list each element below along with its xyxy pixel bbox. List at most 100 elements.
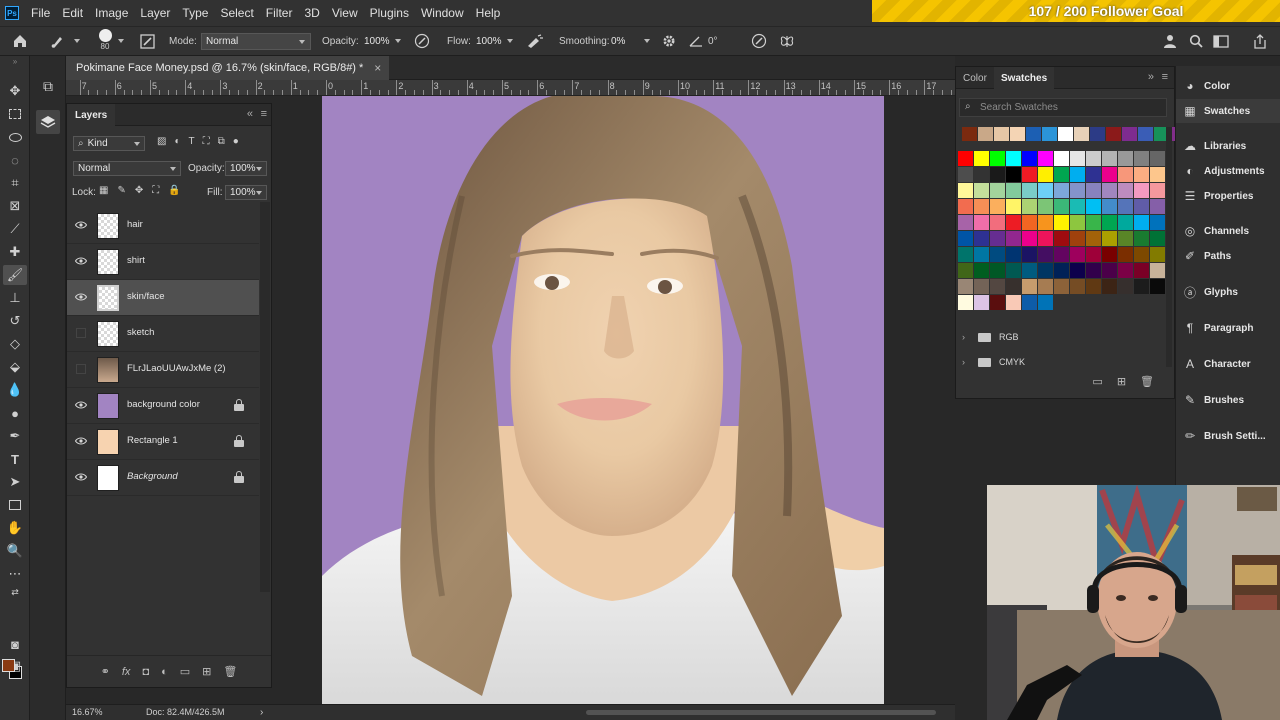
swatch[interactable] [1038, 183, 1053, 198]
search-swatches-input[interactable]: ⌕ Search Swatches [959, 98, 1167, 117]
menu-window[interactable]: Window [415, 0, 470, 26]
menu-file[interactable]: File [25, 0, 56, 26]
history-panel-icon[interactable]: ⧉ [36, 74, 60, 98]
visibility-eye-icon[interactable] [75, 255, 87, 267]
smoothing-settings-gear-icon[interactable] [660, 27, 678, 55]
swatch[interactable] [1070, 231, 1085, 246]
swatch[interactable] [1150, 231, 1165, 246]
lock-all-icon[interactable]: 🔒 [168, 185, 180, 196]
collapse-panel-icon[interactable]: « [247, 108, 253, 120]
swatch[interactable] [1134, 231, 1149, 246]
swatch[interactable] [958, 151, 973, 166]
swatch[interactable] [1022, 295, 1037, 310]
swatch[interactable] [1150, 263, 1165, 278]
swatch[interactable] [1118, 199, 1133, 214]
brush-size-caret-icon[interactable] [118, 27, 124, 55]
swatch[interactable] [1022, 167, 1037, 182]
menu-layer[interactable]: Layer [134, 0, 176, 26]
swatch[interactable] [1134, 183, 1149, 198]
swatch[interactable] [958, 295, 973, 310]
horizontal-scrollbar[interactable] [586, 710, 936, 715]
new-swatch-group-folder-icon[interactable]: ▭ [1092, 375, 1102, 388]
swatch[interactable] [1150, 151, 1165, 166]
paint-bucket-tool-icon[interactable]: ⬙ [3, 357, 27, 377]
swatch[interactable] [1038, 151, 1053, 166]
share-export-icon[interactable] [1250, 27, 1270, 55]
visibility-eye-icon[interactable] [75, 471, 87, 483]
swatch[interactable] [1038, 215, 1053, 230]
swatch[interactable] [1102, 231, 1117, 246]
swatch[interactable] [1038, 167, 1053, 182]
tab-swatches[interactable]: Swatches [994, 67, 1055, 89]
visibility-toggle-hidden[interactable] [76, 364, 86, 374]
recent-swatch[interactable] [1074, 127, 1089, 141]
swatch[interactable] [1102, 279, 1117, 294]
dock-item-paragraph[interactable]: ¶ Paragraph [1176, 316, 1280, 340]
new-swatch-icon[interactable]: ⊞ [1117, 375, 1126, 388]
quick-selection-tool-icon[interactable]: ◌ [3, 150, 27, 170]
home-icon[interactable] [10, 27, 30, 55]
opacity-field[interactable]: 100% [360, 33, 404, 50]
panel-collapse-icon[interactable]: » [1148, 71, 1154, 83]
swatch[interactable] [1038, 231, 1053, 246]
recent-swatch[interactable] [1122, 127, 1137, 141]
recent-swatch[interactable] [1010, 127, 1025, 141]
visibility-toggle-hidden[interactable] [76, 328, 86, 338]
recent-swatch[interactable] [1042, 127, 1057, 141]
swatch[interactable] [1022, 279, 1037, 294]
swatch[interactable] [1150, 199, 1165, 214]
mode-select[interactable]: Normal [201, 33, 311, 50]
swatch-group-cmyk[interactable]: › CMYK [962, 354, 1025, 370]
swatch[interactable] [958, 263, 973, 278]
swatch[interactable] [1006, 279, 1021, 294]
zoom-level[interactable]: 16.67% [72, 707, 103, 717]
share-user-icon[interactable] [1160, 27, 1180, 55]
swatches-scrollbar[interactable] [1166, 127, 1172, 367]
search-icon[interactable] [1186, 27, 1206, 55]
new-layer-icon[interactable]: ⊞ [202, 665, 211, 678]
swatch[interactable] [1102, 183, 1117, 198]
swatch[interactable] [1006, 151, 1021, 166]
swatch[interactable] [1006, 263, 1021, 278]
swatch[interactable] [1134, 215, 1149, 230]
menu-edit[interactable]: Edit [56, 0, 89, 26]
swatch[interactable] [1150, 183, 1165, 198]
lasso-tool-icon[interactable] [3, 127, 27, 147]
swatch[interactable] [1086, 279, 1101, 294]
menu-image[interactable]: Image [89, 0, 134, 26]
close-tab-icon[interactable]: × [374, 61, 381, 75]
layer-row[interactable]: sketch [67, 316, 259, 352]
swatches-menu-icon[interactable]: ≡ [1162, 71, 1168, 83]
swatch[interactable] [1070, 263, 1085, 278]
filter-type-icon[interactable]: T [189, 136, 195, 147]
smoothing-field[interactable]: 0% [607, 33, 653, 50]
swatch[interactable] [1118, 151, 1133, 166]
swatch[interactable] [1118, 247, 1133, 262]
layers-tab[interactable]: Layers [67, 104, 116, 126]
swatch[interactable] [1070, 247, 1085, 262]
swatch[interactable] [974, 167, 989, 182]
history-brush-tool-icon[interactable]: ↺ [3, 311, 27, 331]
swatch[interactable] [1086, 215, 1101, 230]
type-tool-icon[interactable]: T [3, 449, 27, 469]
delete-layer-trash-icon[interactable]: 🗑 [223, 665, 237, 678]
rectangle-tool-icon[interactable] [3, 495, 27, 515]
swatch[interactable] [1022, 199, 1037, 214]
filter-adjustment-icon[interactable]: ◐ [174, 136, 180, 147]
swatch[interactable] [1150, 247, 1165, 262]
filter-shape-icon[interactable]: ⛶ [203, 136, 210, 147]
dodge-tool-icon[interactable]: ● [3, 403, 27, 423]
airbrush-icon[interactable] [524, 27, 546, 55]
swatch[interactable] [990, 231, 1005, 246]
recent-swatch[interactable] [1106, 127, 1121, 141]
swatch[interactable] [1054, 199, 1069, 214]
swatch[interactable] [1022, 215, 1037, 230]
dock-item-glyphs[interactable]: ⓐ Glyphs [1176, 280, 1280, 304]
swatch[interactable] [990, 263, 1005, 278]
healing-brush-tool-icon[interactable]: ✚ [3, 242, 27, 262]
menu-type[interactable]: Type [176, 0, 214, 26]
fill-field[interactable]: 100% [225, 185, 267, 200]
clone-stamp-tool-icon[interactable]: ⊥ [3, 288, 27, 308]
swatch[interactable] [1006, 199, 1021, 214]
swatch[interactable] [1102, 247, 1117, 262]
